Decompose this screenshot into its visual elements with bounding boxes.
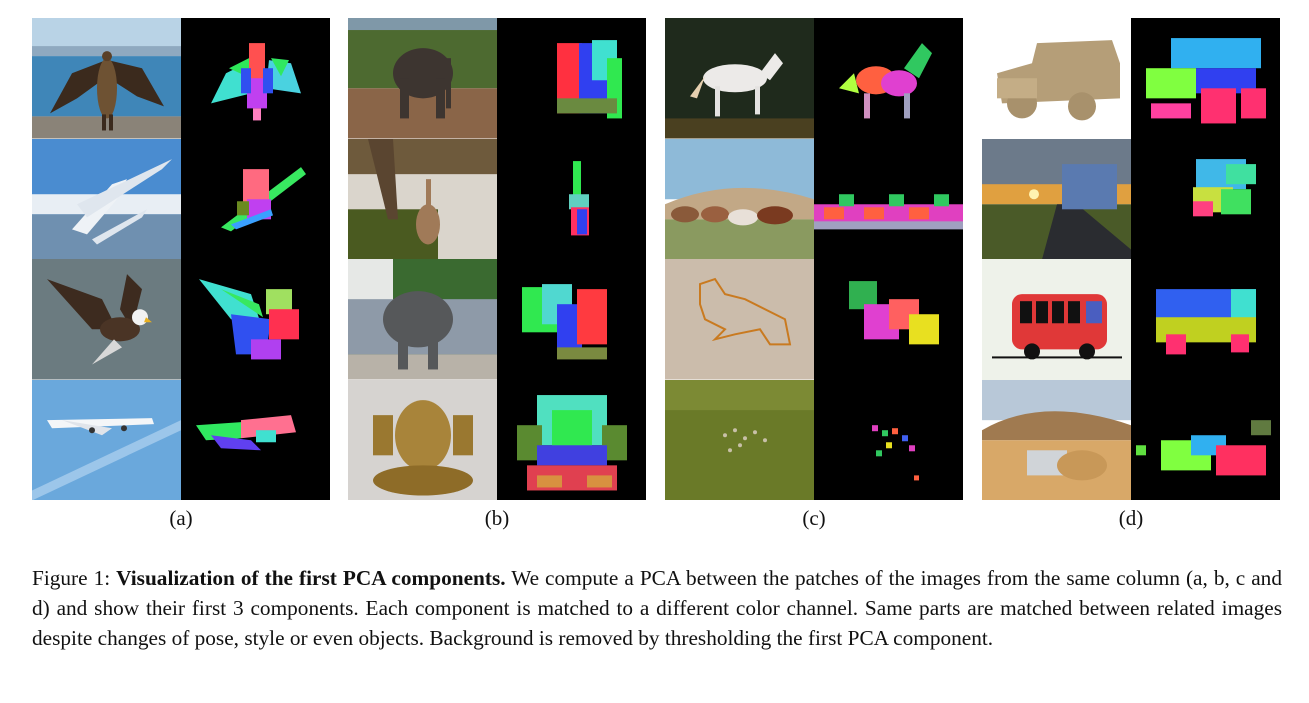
photo-bald-eagle bbox=[32, 259, 181, 380]
panel-a bbox=[32, 18, 330, 500]
photo-horse-herd bbox=[665, 138, 814, 259]
photo-ganesha-statue bbox=[348, 379, 497, 500]
pca-map-white-horse bbox=[814, 18, 963, 139]
photo-eagle-standing bbox=[32, 18, 181, 139]
pca-map-elephant-tree bbox=[497, 138, 646, 259]
pca-map-airplane-banking bbox=[181, 138, 330, 259]
photo-desert-suv bbox=[982, 379, 1131, 500]
pca-map-horse-herd bbox=[814, 138, 963, 259]
figure-caption: Figure 1: Visualization of the first PCA… bbox=[32, 563, 1282, 653]
pca-map-elephant-dirt bbox=[497, 18, 646, 139]
pca-map-ganesha-statue bbox=[497, 379, 646, 500]
pca-map-cartoon-bus bbox=[1131, 259, 1280, 380]
pca-map-airliner-sky bbox=[181, 379, 330, 500]
photo-airliner-sky bbox=[32, 379, 181, 500]
photo-cartoon-bus bbox=[982, 259, 1131, 380]
photo-elephant-zoo bbox=[348, 259, 497, 380]
pca-map-cardboard-jeep bbox=[1131, 18, 1280, 139]
panel-label-a: (a) bbox=[169, 506, 193, 530]
photo-aerial-herd bbox=[665, 379, 814, 500]
panel-c bbox=[665, 18, 963, 500]
photo-white-horse bbox=[665, 18, 814, 139]
caption-prefix: Figure 1: bbox=[32, 566, 117, 590]
panel-b bbox=[348, 18, 646, 500]
photo-elephant-dirt bbox=[348, 18, 497, 139]
photo-elephant-tree bbox=[348, 138, 497, 259]
photo-airplane-banking bbox=[32, 138, 181, 259]
caption-title: Visualization of the first PCA component… bbox=[116, 566, 506, 590]
pca-map-elephant-zoo bbox=[497, 259, 646, 380]
photo-cardboard-jeep bbox=[982, 18, 1131, 139]
pca-map-eagle-standing bbox=[181, 18, 330, 139]
photo-horse-drawing bbox=[665, 259, 814, 380]
panel-label-b: (b) bbox=[484, 506, 510, 530]
pca-map-horse-drawing bbox=[814, 259, 963, 380]
pca-map-bald-eagle bbox=[181, 259, 330, 380]
pca-map-coach-bus bbox=[1131, 138, 1280, 259]
pca-map-aerial-herd bbox=[814, 379, 963, 500]
pca-map-desert-suv bbox=[1131, 379, 1280, 500]
panel-d bbox=[982, 18, 1280, 500]
panel-label-d: (d) bbox=[1118, 506, 1144, 530]
photo-coach-bus bbox=[982, 138, 1131, 259]
panel-label-c: (c) bbox=[802, 506, 826, 530]
